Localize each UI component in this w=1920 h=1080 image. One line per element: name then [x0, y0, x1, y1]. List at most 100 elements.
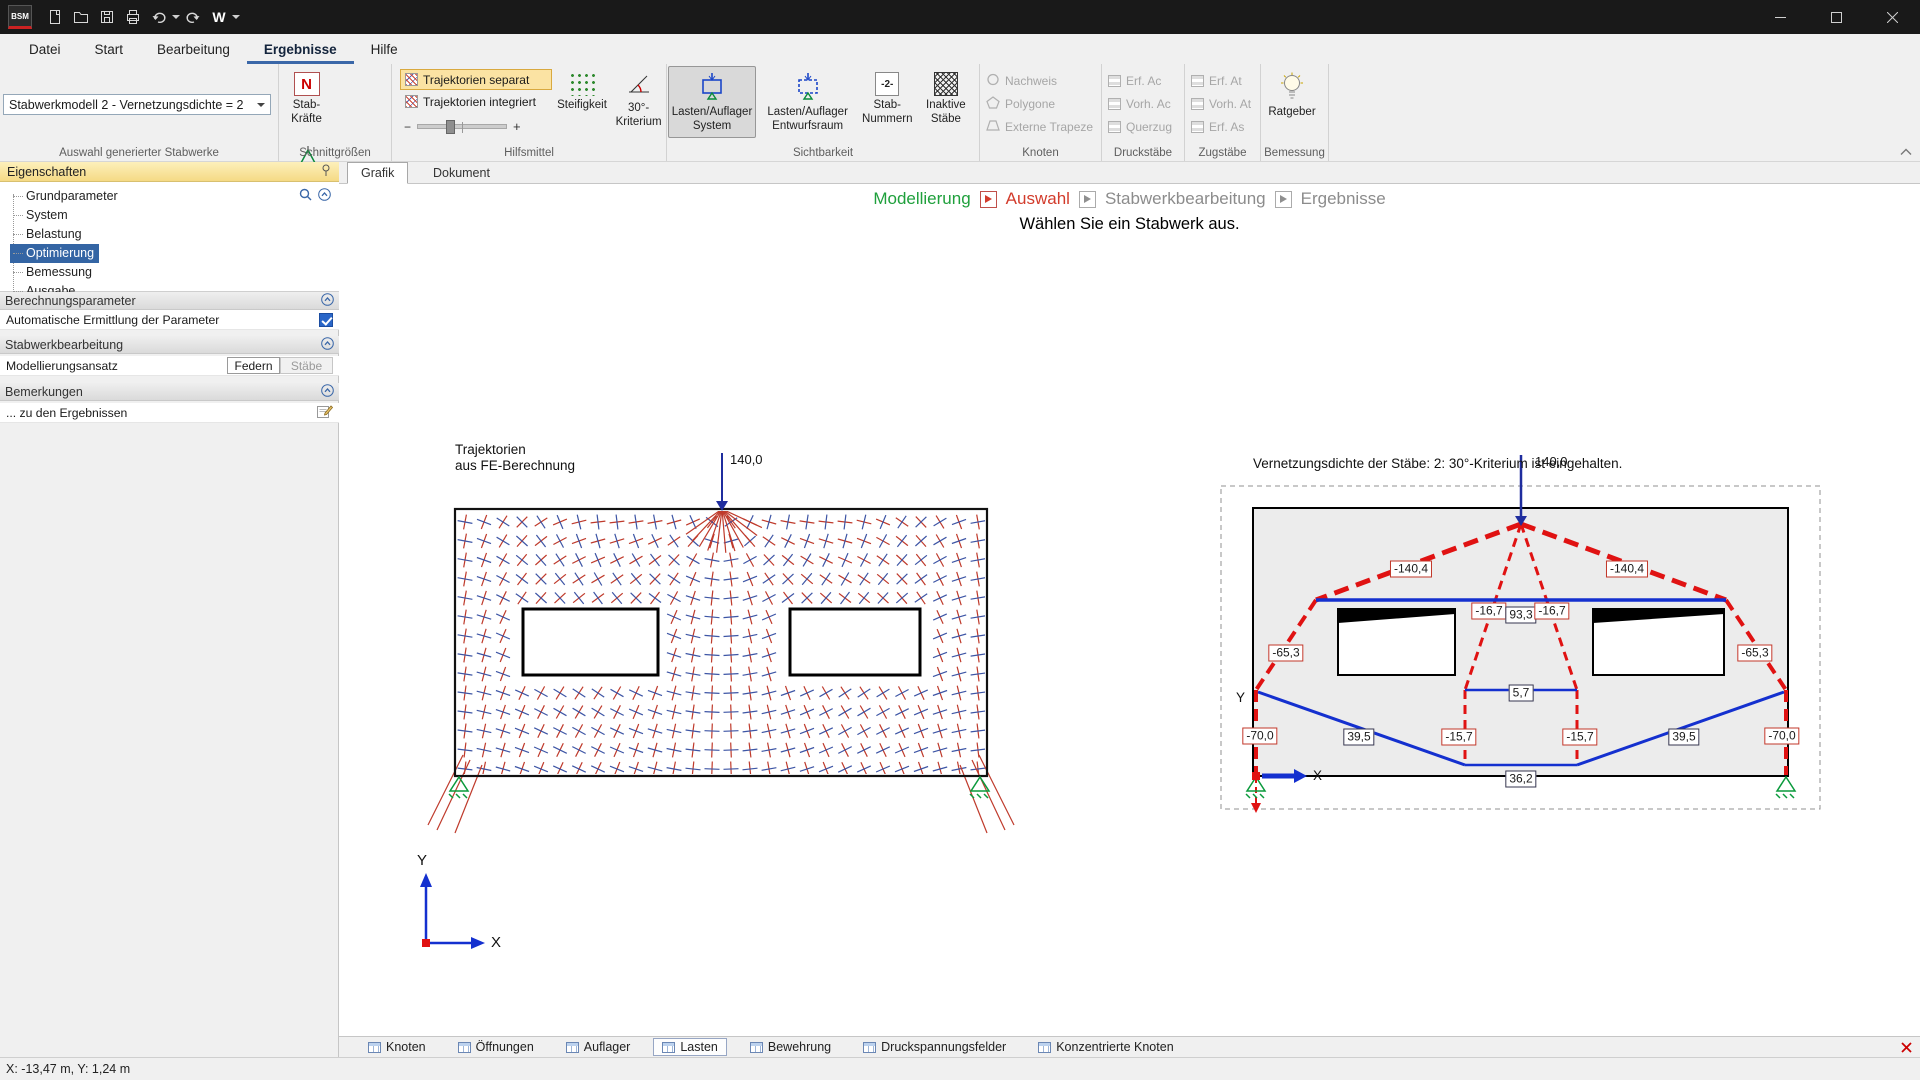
tab-ergebnisse[interactable]: Ergebnisse	[247, 37, 354, 64]
tab-hilfe[interactable]: Hilfe	[354, 37, 415, 64]
axis-indicator	[420, 873, 485, 949]
open-folder-icon[interactable]	[68, 4, 94, 30]
toggle-trajektorien-integriert[interactable]: Trajektorien integriert	[400, 91, 552, 112]
app-icon[interactable]: BSM	[8, 5, 32, 29]
table-icon	[863, 1042, 876, 1053]
minus-icon[interactable]	[404, 119, 411, 134]
steifigkeit-button[interactable]: Steifigkeit	[555, 66, 609, 138]
inaktive-staebe-button[interactable]: Inaktive Stäbe	[920, 66, 972, 138]
breadcrumb-step-ergebnisse[interactable]: Ergebnisse	[1301, 189, 1386, 209]
force-label-side-lower-right: -70,0	[1764, 728, 1799, 745]
tab-datei[interactable]: Datei	[12, 37, 78, 64]
externe-trapeze-button[interactable]: Externe Trapeze	[986, 117, 1095, 137]
loads-supports-design-space-icon	[794, 72, 822, 103]
tab-knoten[interactable]: Knoten	[359, 1038, 435, 1056]
vorh-ac-button[interactable]: Vorh. Ac	[1108, 94, 1178, 114]
breadcrumb-step-stabwerkbearbeitung[interactable]: Stabwerkbearbeitung	[1105, 189, 1266, 209]
auto-parameter-checkbox[interactable]	[319, 313, 333, 327]
search-icon[interactable]	[299, 188, 312, 204]
collapse-ribbon-icon[interactable]	[1900, 144, 1912, 159]
erf-as-button[interactable]: Erf. As	[1191, 117, 1254, 137]
tab-dokument[interactable]: Dokument	[420, 162, 503, 184]
section-berechnungsparameter[interactable]: Berechnungsparameter	[0, 292, 339, 310]
tree-item-bemessung[interactable]: Bemessung	[10, 263, 97, 282]
section-collapse-icon[interactable]	[321, 293, 334, 309]
minimize-button[interactable]	[1752, 0, 1808, 34]
stab-kraefte-button[interactable]: Stab-Kräfte	[280, 66, 333, 138]
tab-oeffnungen[interactable]: Öffnungen	[449, 1038, 543, 1056]
pin-icon[interactable]	[320, 164, 332, 179]
force-label-vert-left: -15,7	[1441, 729, 1476, 746]
section-bemerkungen[interactable]: Bemerkungen	[0, 383, 339, 401]
lasten-auflager-entwurfsraum-button[interactable]: Lasten/Auflager Entwurfsraum	[761, 66, 855, 138]
close-table-strip-button[interactable]	[1901, 1042, 1912, 1053]
fe-trajectory-diagram	[428, 453, 1014, 833]
kriterium-30-button[interactable]: 30°-Kriterium	[614, 66, 664, 138]
save-icon[interactable]	[94, 4, 120, 30]
erf-at-button[interactable]: Erf. At	[1191, 71, 1254, 91]
vorh-at-button[interactable]: Vorh. At	[1191, 94, 1254, 114]
polygon-icon	[986, 96, 1000, 112]
table-icon	[1108, 121, 1121, 133]
trajectories-integrated-icon	[405, 95, 418, 108]
querzug-button[interactable]: Querzug	[1108, 117, 1178, 137]
stab-nummern-button[interactable]: Stab-Nummern	[859, 66, 915, 138]
slider-track[interactable]	[417, 124, 507, 129]
properties-panel: Eigenschaften Grundparameter System Bela…	[0, 162, 339, 1057]
section-collapse-icon[interactable]	[321, 337, 334, 353]
tree-item-belastung[interactable]: Belastung	[10, 225, 87, 244]
tree-item-system[interactable]: System	[10, 206, 73, 225]
close-button[interactable]	[1864, 0, 1920, 34]
left-diagram-caption: Trajektorien aus FE-Berechnung	[455, 442, 575, 474]
tab-lasten[interactable]: Lasten	[653, 1038, 727, 1056]
option-staebe-button[interactable]: Stäbe	[280, 357, 333, 374]
tab-bearbeitung[interactable]: Bearbeitung	[140, 37, 247, 64]
option-federn-button[interactable]: Federn	[227, 357, 280, 374]
undo-dropdown-icon[interactable]	[172, 15, 180, 23]
tree-item-optimierung[interactable]: Optimierung	[10, 244, 99, 263]
breadcrumb-step-auswahl[interactable]: Auswahl	[1006, 189, 1070, 209]
nachweis-button[interactable]: Nachweis	[986, 71, 1095, 91]
toggle-trajektorien-separat[interactable]: Trajektorien separat	[400, 69, 552, 90]
tab-druckspannungsfelder[interactable]: Druckspannungsfelder	[854, 1038, 1015, 1056]
drawing-area[interactable]	[339, 184, 1920, 1036]
undo-icon[interactable]	[146, 4, 172, 30]
plus-icon[interactable]	[513, 119, 521, 134]
support-right	[970, 777, 989, 798]
row-bemerkungen-ergebnisse: ... zu den Ergebnissen	[0, 403, 339, 423]
graphics-canvas[interactable]: Modellierung Auswahl Stabwerkbearbeitung…	[339, 184, 1920, 1036]
slider-thumb[interactable]	[446, 120, 455, 134]
group-label-druckstaebe: Druckstäbe	[1102, 147, 1184, 159]
polygone-button[interactable]: Polygone	[986, 94, 1095, 114]
tab-bewehrung[interactable]: Bewehrung	[741, 1038, 840, 1056]
tab-start[interactable]: Start	[78, 37, 141, 64]
tab-auflager[interactable]: Auflager	[557, 1038, 640, 1056]
breadcrumb-step-modellierung[interactable]: Modellierung	[873, 189, 970, 209]
word-export-icon[interactable]: W	[206, 4, 232, 30]
section-collapse-icon[interactable]	[321, 384, 334, 400]
redo-icon[interactable]	[180, 4, 206, 30]
edit-note-icon[interactable]	[317, 404, 333, 421]
customize-toolbar-icon[interactable]	[232, 15, 240, 23]
bottom-tab-strip: Knoten Öffnungen Auflager Lasten Bewehru…	[339, 1036, 1920, 1057]
tab-grafik[interactable]: Grafik	[347, 162, 408, 184]
strut-and-tie-diagram[interactable]	[1221, 455, 1820, 813]
collapse-up-icon[interactable]	[318, 188, 331, 204]
model-select[interactable]: Stabwerkmodell 2 - Vernetzungsdichte = 2	[3, 94, 271, 115]
print-icon[interactable]	[120, 4, 146, 30]
force-label-inner-left: -16,7	[1471, 603, 1506, 620]
section-stabwerkbearbeitung[interactable]: Stabwerkbearbeitung	[0, 336, 339, 354]
trajectory-density-slider[interactable]	[400, 119, 552, 134]
force-label-tie-top: 93,3	[1505, 607, 1536, 624]
maximize-button[interactable]	[1808, 0, 1864, 34]
tree-item-grundparameter[interactable]: Grundparameter	[10, 187, 123, 206]
new-document-icon[interactable]	[42, 4, 68, 30]
lasten-auflager-system-button[interactable]: Lasten/Auflager System	[668, 66, 756, 138]
erf-ac-button[interactable]: Erf. Ac	[1108, 71, 1178, 91]
ribbon-group-knoten: Nachweis Polygone Externe Trapeze Knoten	[980, 64, 1102, 161]
ratgeber-button[interactable]: Ratgeber	[1262, 66, 1322, 138]
tab-konzentrierte-knoten[interactable]: Konzentrierte Knoten	[1029, 1038, 1182, 1056]
ribbon-group-auswahl: Stabwerkmodell 2 - Vernetzungsdichte = 2…	[0, 64, 279, 161]
inactive-members-icon	[934, 72, 958, 96]
model-select-value: Stabwerkmodell 2 - Vernetzungsdichte = 2	[9, 98, 244, 112]
